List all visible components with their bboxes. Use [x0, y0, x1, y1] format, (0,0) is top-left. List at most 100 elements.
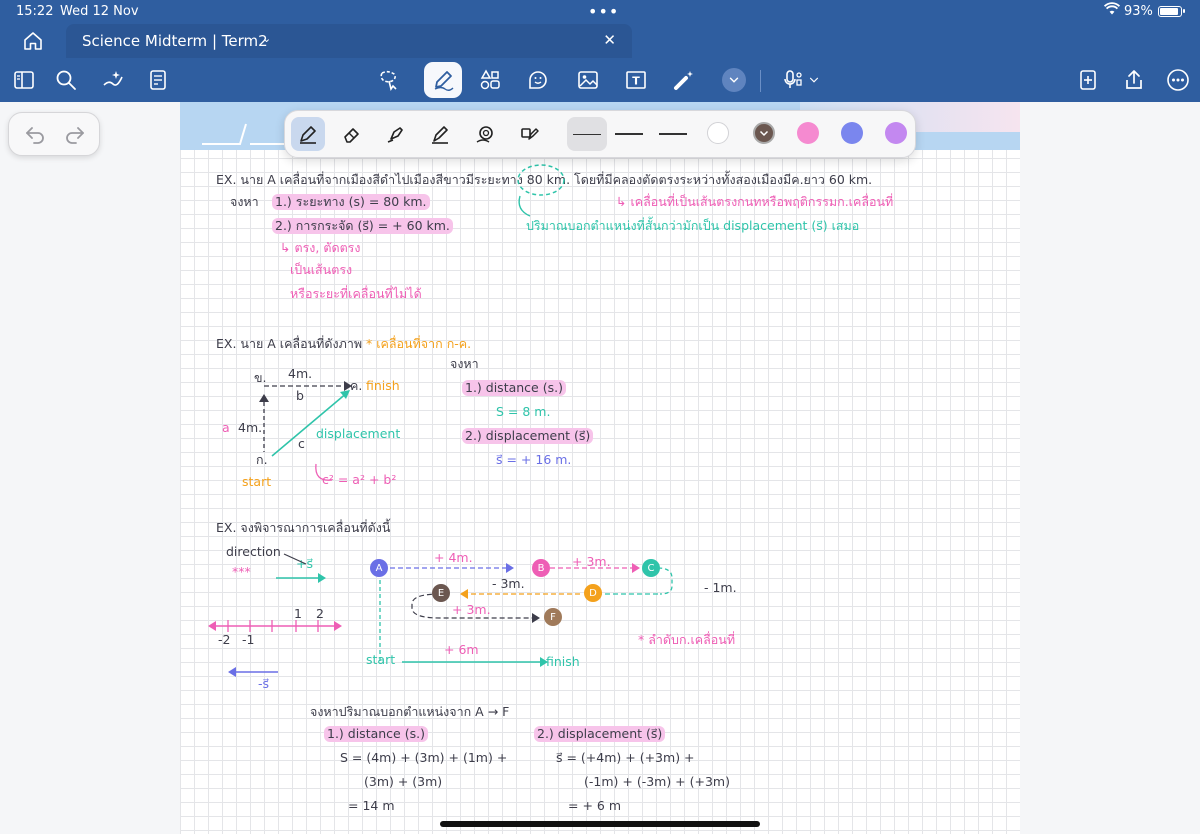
- pen-tool-icon[interactable]: [424, 62, 462, 98]
- color-swatch-white[interactable]: [707, 122, 729, 144]
- ex2-label-a: ก.: [256, 452, 268, 467]
- wifi-icon: [1103, 2, 1121, 20]
- ex2-side-dist: 4m.: [238, 420, 263, 435]
- ex3-nl-label-2: 2: [316, 606, 324, 621]
- ex2-lbl-hyp-c: c: [298, 436, 305, 451]
- more-tools-chevron-icon[interactable]: [722, 68, 746, 92]
- seg-bc-label: + 3m.: [572, 554, 611, 569]
- status-bar: 15:22 Wed 12 Nov ••• 93%: [0, 0, 1200, 24]
- ex2-find: จงหา: [450, 356, 479, 371]
- eraser-icon[interactable]: [337, 119, 367, 149]
- undo-icon[interactable]: [23, 122, 47, 146]
- add-page-icon[interactable]: [1072, 64, 1104, 96]
- seg-ef-label: + 3m.: [452, 602, 491, 617]
- home-icon[interactable]: [22, 30, 46, 52]
- fountain-pen-icon[interactable]: [291, 117, 325, 151]
- chevron-down-icon[interactable]: ⌄: [262, 32, 271, 45]
- pen-tool-popup: [284, 110, 916, 158]
- undo-redo-group: [8, 112, 100, 156]
- stroke-width-medium[interactable]: [609, 117, 649, 151]
- ex1-note3: หรือระยะที่เคลื่อนที่ไม่ได้: [290, 286, 422, 301]
- notes-list-icon[interactable]: [142, 64, 174, 96]
- ex2-title: EX. นาย A เคลื่อนที่ดังภาพ: [216, 336, 363, 351]
- ex2-star-note: * เคลื่อนที่จาก ก-ค.: [366, 336, 472, 351]
- image-icon[interactable]: [572, 64, 604, 96]
- ex3-nl-label-neg1: -1: [242, 632, 255, 647]
- ballpoint-pen-icon[interactable]: [425, 119, 455, 149]
- ex3-start: start: [366, 652, 396, 667]
- ex3-d1: S = (4m) + (3m) + (1m) +: [340, 750, 508, 765]
- color-swatch-pink[interactable]: [797, 122, 819, 144]
- sidebar-toggle-icon[interactable]: [8, 64, 40, 96]
- main-toolbar: T: [0, 58, 1200, 102]
- ex3-find: จงหาปริมาณบอกตำแหน่งจาก A → F: [310, 704, 510, 719]
- path-node-c: C: [642, 559, 660, 577]
- ex2-formula: c² = a² + b²: [322, 472, 397, 487]
- ex3-q1: 1.) distance (s.): [324, 726, 428, 742]
- chevron-down-icon[interactable]: [804, 64, 824, 96]
- ex2-lbl-side-a: a: [222, 420, 230, 435]
- ex1-note1: ↳ ตรง, ตัดตรง: [280, 240, 361, 255]
- ex2-a2: s⃗ = + 16 m.: [496, 452, 572, 467]
- laser-pointer-icon[interactable]: [668, 64, 700, 96]
- ex3-q2: 2.) displacement (s⃗): [534, 726, 666, 742]
- ai-sparkle-icon[interactable]: [96, 64, 128, 96]
- ex2-label-b: ข.: [254, 370, 267, 385]
- svg-text:T: T: [632, 75, 640, 88]
- close-icon[interactable]: ✕: [603, 31, 616, 49]
- more-options-icon[interactable]: [1162, 64, 1194, 96]
- ex3-title: EX. จงพิจารณาการเคลื่อนที่ดังนี้: [216, 520, 391, 535]
- text-box-icon[interactable]: T: [620, 64, 652, 96]
- ex1-right2: ปริมาณบอกตำแหน่งที่สั้นกว่ามักเป็น displ…: [526, 218, 860, 233]
- note-page[interactable]: EX. นาย A เคลื่อนที่จากเมืองสีดำไปเมืองส…: [180, 102, 1020, 834]
- ex2-a1: S = 8 m.: [496, 404, 551, 419]
- color-swatch-brown-selected[interactable]: [753, 122, 775, 144]
- stroke-width-thick[interactable]: [653, 117, 693, 151]
- ex3-s1: s⃗ = (+4m) + (+3m) +: [556, 750, 695, 765]
- status-date: Wed 12 Nov: [60, 4, 139, 19]
- redo-icon[interactable]: [63, 122, 87, 146]
- home-indicator[interactable]: [440, 821, 760, 827]
- seg-cd-label: - 1m.: [704, 580, 737, 595]
- search-icon[interactable]: [50, 64, 82, 96]
- status-time: 15:22: [16, 4, 54, 19]
- stroke-width-fine[interactable]: [567, 117, 607, 151]
- pen-settings-icon[interactable]: [515, 119, 545, 149]
- share-icon[interactable]: [1118, 64, 1150, 96]
- ex1-q2: 2.) การกระจัด (s⃗) = + 60 km.: [272, 218, 453, 234]
- path-node-b: B: [532, 559, 550, 577]
- battery-percent: 93%: [1124, 4, 1153, 19]
- shape-recognition-icon[interactable]: [471, 119, 501, 149]
- tab-bar: Science Midterm | Term2 ⌄ ✕: [0, 24, 1200, 58]
- ex1-note2: เป็นเส้นตรง: [290, 262, 353, 277]
- ex3-d3: = 14 m: [348, 798, 395, 813]
- lasso-icon[interactable]: [372, 64, 404, 96]
- ex2-label-c: ค.: [350, 378, 363, 393]
- document-tab[interactable]: Science Midterm | Term2 ⌄ ✕: [66, 24, 632, 58]
- ex1-find: จงหา: [230, 194, 259, 209]
- ex2-displacement: displacement: [316, 426, 401, 441]
- path-node-e: E: [432, 584, 450, 602]
- battery-icon: [1158, 6, 1185, 17]
- color-swatch-purple[interactable]: [885, 122, 907, 144]
- ex3-s3: = + 6 m: [568, 798, 621, 813]
- seg-de-label: - 3m.: [492, 576, 525, 591]
- ex2-top-dist: 4m.: [288, 366, 313, 381]
- ex3-finish: finish: [546, 654, 580, 669]
- ex2-lbl-top-b: b: [296, 388, 304, 403]
- path-node-a: A: [370, 559, 388, 577]
- highlighter-icon[interactable]: [381, 119, 411, 149]
- ex3-nl-label-neg2: -2: [218, 632, 231, 647]
- ex1-circle-mark: [517, 164, 565, 196]
- seg-ab-label: + 4m.: [434, 550, 473, 565]
- color-swatch-blue[interactable]: [841, 122, 863, 144]
- shapes-icon[interactable]: [474, 64, 506, 96]
- sticker-icon[interactable]: [522, 64, 554, 96]
- ex3-star-note: * ลำดับก.เคลื่อนที่: [638, 632, 736, 647]
- ex2-q1: 1.) distance (s.): [462, 380, 566, 396]
- ex3-nl-label-1: 1: [294, 606, 302, 621]
- ex3-d2: (3m) + (3m): [364, 774, 443, 789]
- ex1-q1: 1.) ระยะทาง (s) = 80 km.: [272, 194, 430, 210]
- ex3-total-arrow: [402, 657, 548, 667]
- multitask-dots-icon[interactable]: •••: [588, 2, 619, 21]
